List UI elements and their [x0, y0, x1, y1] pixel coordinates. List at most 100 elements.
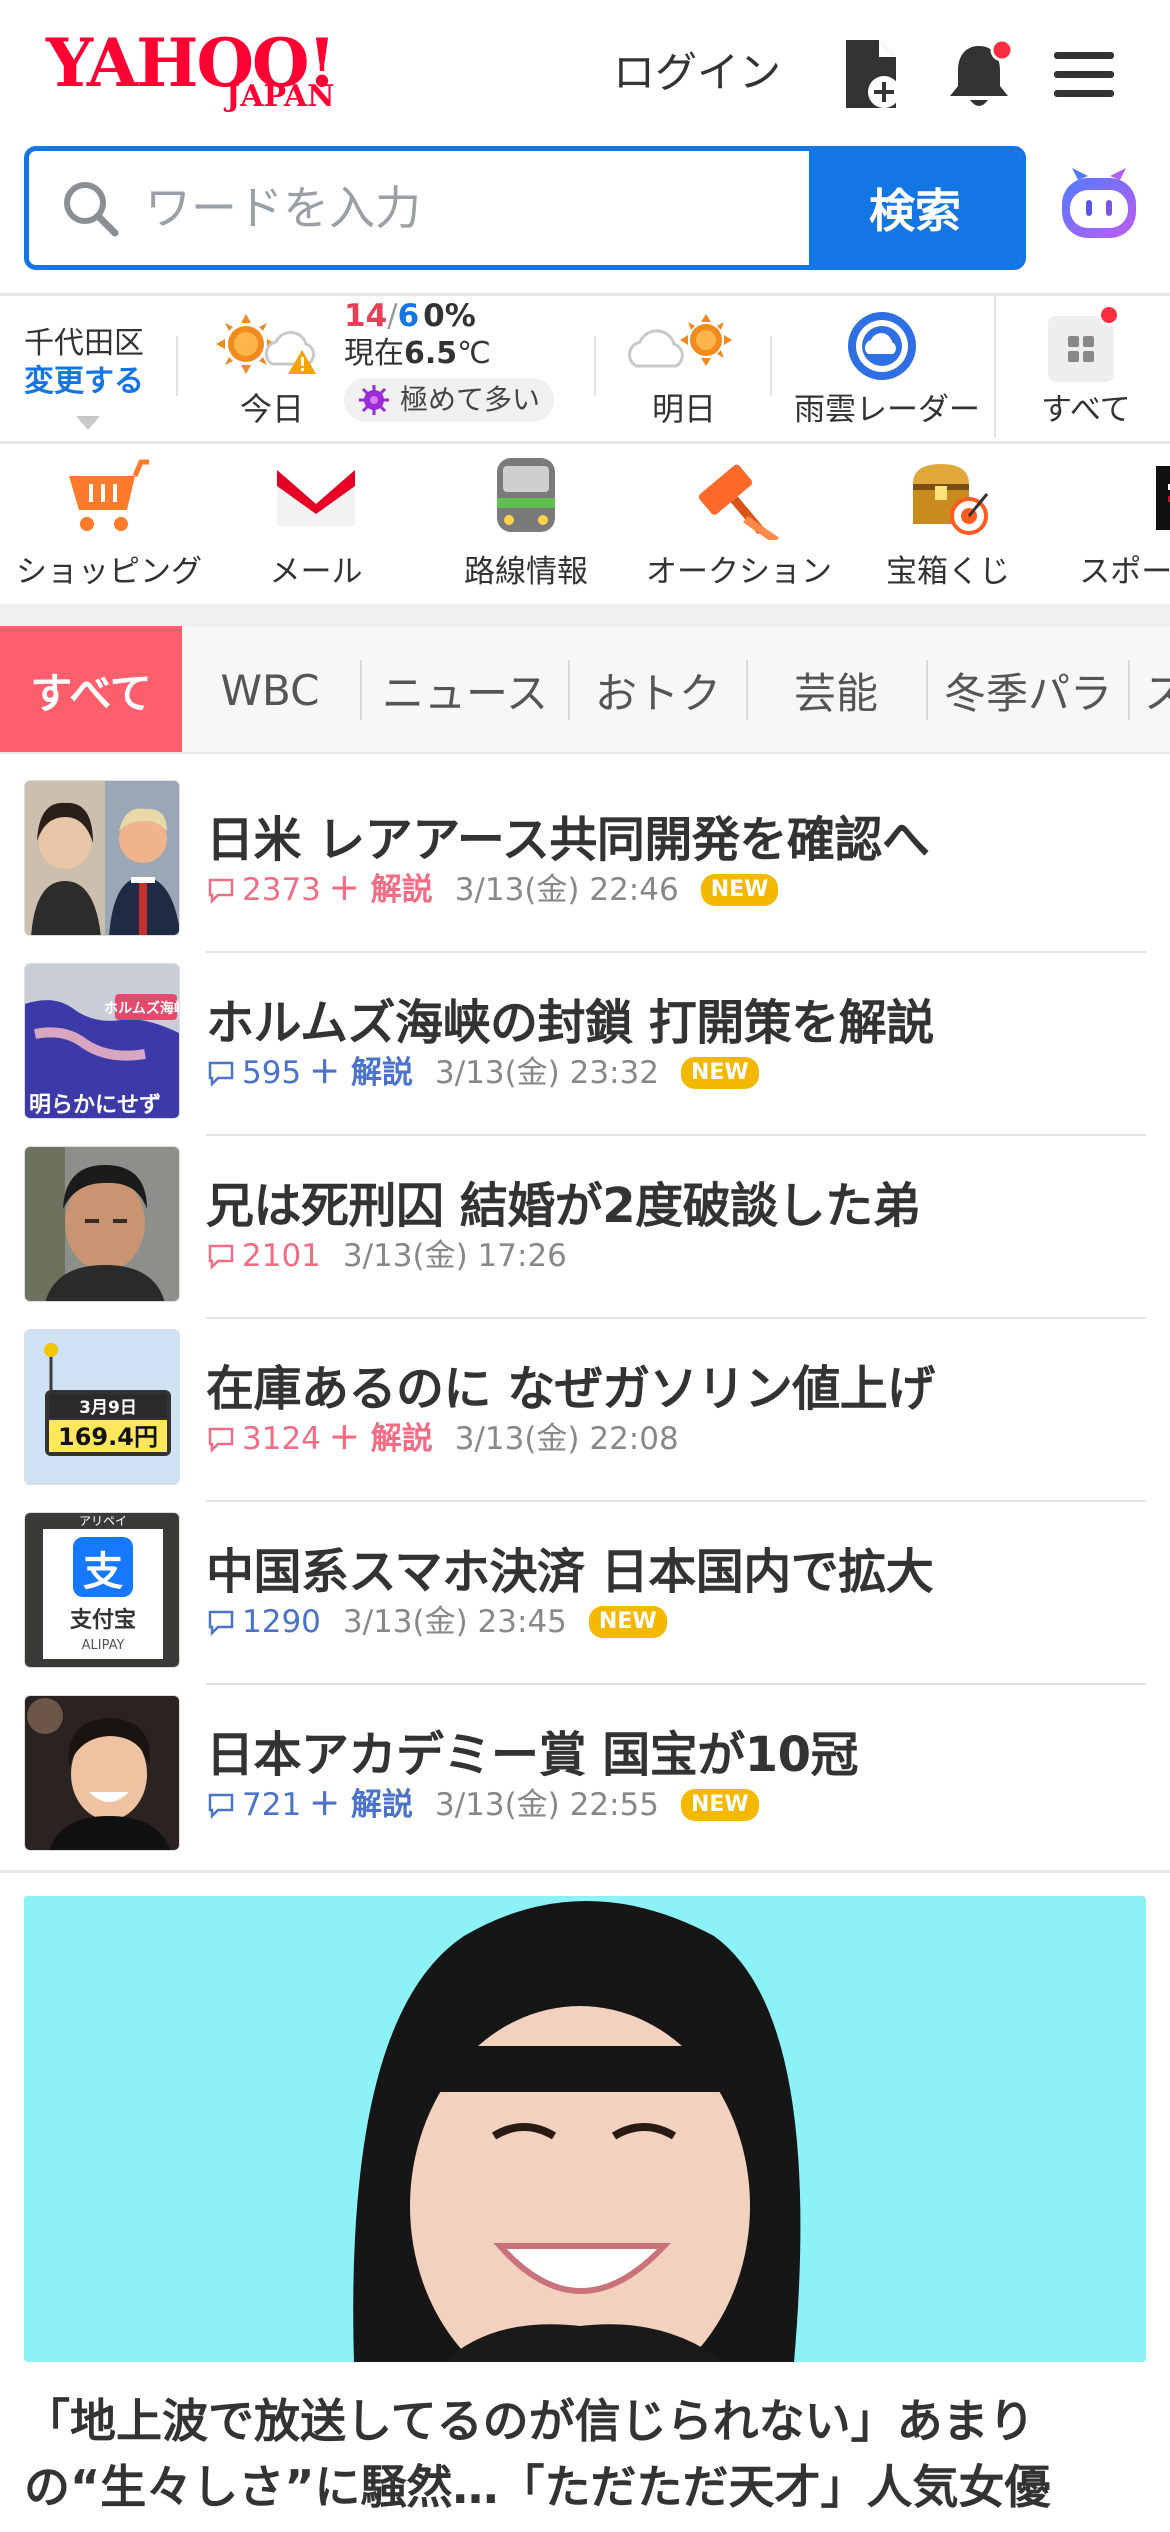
- current-temp-unit: ℃: [457, 336, 491, 371]
- tab-paralympics[interactable]: 冬季パラ: [928, 626, 1128, 752]
- price-value: 169.4円: [58, 1423, 158, 1451]
- comment-icon: [208, 1061, 234, 1088]
- commentary-link[interactable]: ＋ 解説: [309, 1785, 413, 1825]
- news-title[interactable]: 日本アカデミー賞 国宝が10冠: [206, 1715, 859, 1785]
- news-item[interactable]: 3月9日 169.4円 在庫あるのに なぜガソリン値上げ 3124 ＋ 解説 3…: [0, 1319, 1170, 1502]
- login-link[interactable]: ログイン: [613, 45, 781, 101]
- treasure-icon: [913, 464, 989, 535]
- feature-headline[interactable]: 「地上波で放送してるのが信じられない」あまりの“生々しさ”に騒然…「ただただ天才…: [24, 2388, 1146, 2520]
- divider: [176, 336, 178, 396]
- service-label: スポーツ: [1079, 554, 1170, 590]
- comment-icon: [208, 878, 234, 905]
- news-thumbnail: [24, 1695, 180, 1851]
- news-item[interactable]: アリペイ 支 支付宝 ALIPAY 中国系スマホ決済 日本国内で拡大 1290 …: [0, 1502, 1170, 1685]
- svg-text:支: 支: [83, 1549, 123, 1595]
- tab-news[interactable]: ニュース: [362, 626, 568, 752]
- news-item[interactable]: 日本アカデミー賞 国宝が10冠 721 ＋ 解説 3/13(金) 22:55 N…: [0, 1685, 1170, 1868]
- today-label: 今日: [240, 390, 305, 428]
- service-treasure[interactable]: 宝箱くじ: [868, 456, 1028, 594]
- services-row: ショッピング メール 路線情報 オークション 宝箱くじ スポー: [0, 444, 1170, 602]
- news-thumbnail: [24, 780, 180, 936]
- search-button[interactable]: 検索: [809, 151, 1021, 265]
- map-label: ホルムズ海峡: [104, 1000, 180, 1017]
- notification-dot: [1098, 304, 1120, 326]
- map-caption: 明らかにせず: [29, 1093, 161, 1118]
- current-temp-value: 6.5: [404, 336, 458, 371]
- news-item[interactable]: 日米 レアアース共同開発を確認へ 2373 ＋ 解説 3/13(金) 22:46…: [0, 770, 1170, 953]
- news-item[interactable]: 兄は死刑囚 結婚が2度破談した弟 2101 3/13(金) 17:26: [0, 1136, 1170, 1319]
- comment-icon: [208, 1244, 234, 1271]
- current-temp-prefix: 現在: [344, 336, 404, 371]
- high-temp: 14: [344, 298, 388, 334]
- pollen-level: 極めて多い: [400, 383, 541, 416]
- new-badge: NEW: [680, 1057, 759, 1089]
- feature-image[interactable]: [24, 1896, 1146, 2362]
- commentary-link[interactable]: ＋ 解説: [329, 870, 433, 910]
- location[interactable]: 千代田区 変更する: [24, 326, 144, 402]
- news-date: 3/13(金) 22:46: [454, 872, 679, 908]
- search-input[interactable]: [145, 151, 825, 265]
- service-sports[interactable]: スポーツ: [1066, 456, 1170, 594]
- add-document-icon[interactable]: [838, 36, 908, 112]
- commentary-link[interactable]: ＋ 解説: [309, 1053, 413, 1093]
- news-title[interactable]: ホルムズ海峡の封鎖 打開策を解説: [206, 983, 934, 1053]
- divider: [594, 336, 596, 396]
- news-date: 3/13(金) 22:08: [454, 1421, 679, 1457]
- news-meta: 595 ＋ 解説 3/13(金) 23:32 NEW: [206, 1053, 759, 1093]
- comment-count: 2373: [242, 872, 321, 908]
- divider: [0, 1870, 1170, 1873]
- alipay-cn: 支付宝: [70, 1607, 136, 1633]
- train-icon: [497, 458, 555, 532]
- comment-count: 595: [242, 1055, 302, 1091]
- news-title[interactable]: 中国系スマホ決済 日本国内で拡大: [206, 1532, 934, 1602]
- grid-icon[interactable]: [1048, 316, 1114, 382]
- precip-chance: 0%: [423, 298, 476, 334]
- tab-sports[interactable]: スポーツ: [1130, 626, 1170, 752]
- news-item[interactable]: ホルムズ海峡 明らかにせず ホルムズ海峡の封鎖 打開策を解説 595 ＋ 解説 …: [0, 953, 1170, 1136]
- news-meta: 1290 3/13(金) 23:45 NEW: [206, 1602, 667, 1642]
- gavel-icon: [698, 464, 779, 545]
- menu-icon[interactable]: [1050, 36, 1120, 112]
- service-auction[interactable]: オークション: [646, 456, 832, 594]
- price-date: 3月9日: [79, 1398, 137, 1418]
- change-location-link[interactable]: 変更する: [24, 362, 144, 402]
- commentary-link[interactable]: ＋ 解説: [329, 1419, 433, 1459]
- new-badge: NEW: [680, 1789, 759, 1821]
- service-label: ショッピング: [16, 554, 202, 590]
- pollen-icon: [359, 385, 389, 415]
- alipay-en: ALIPAY: [82, 1638, 125, 1653]
- weather-panel[interactable]: 千代田区 変更する 今日 14/6 0% 現在6.5℃ 極めて多い 明日 雨雲レ…: [0, 296, 1170, 438]
- tab-entertainment[interactable]: 芸能: [748, 626, 924, 752]
- comment-icon: [208, 1793, 234, 1820]
- caret-down-icon: [76, 416, 100, 430]
- all-services-label[interactable]: すべて: [1041, 384, 1131, 429]
- news-title[interactable]: 在庫あるのに なぜガソリン値上げ: [206, 1349, 935, 1419]
- sun-cloud-icon: [216, 314, 316, 374]
- pollen-badge[interactable]: 極めて多い: [344, 378, 555, 422]
- news-title[interactable]: 日米 レアアース共同開発を確認へ: [206, 800, 930, 870]
- service-mail[interactable]: メール: [226, 456, 406, 594]
- tab-deals[interactable]: おトク: [570, 626, 746, 752]
- news-meta: 2101 3/13(金) 17:26: [206, 1236, 589, 1276]
- ai-assistant-icon[interactable]: [1056, 164, 1142, 250]
- rain-radar-label[interactable]: 雨雲レーダー: [794, 384, 980, 429]
- low-temp: 6: [397, 298, 420, 334]
- service-shopping[interactable]: ショッピング: [16, 456, 202, 594]
- service-transit[interactable]: 路線情報: [436, 456, 616, 594]
- logo-sub-text: JAPAN: [226, 79, 335, 114]
- news-date: 3/13(金) 23:32: [434, 1055, 659, 1091]
- sports-icon: [1156, 466, 1170, 530]
- tab-all[interactable]: すべて: [0, 626, 182, 752]
- yahoo-logo[interactable]: YAHOO! JAPAN: [46, 30, 366, 120]
- current-temp: 現在6.5℃: [344, 334, 491, 374]
- service-label: メール: [269, 554, 363, 590]
- cloud-sun-icon: [628, 314, 732, 368]
- news-meta: 2373 ＋ 解説 3/13(金) 22:46 NEW: [206, 870, 779, 910]
- news-title[interactable]: 兄は死刑囚 結婚が2度破談した弟: [206, 1166, 921, 1236]
- tab-wbc[interactable]: WBC: [182, 626, 358, 752]
- news-thumbnail: [24, 1146, 180, 1302]
- mail-icon: [277, 470, 355, 526]
- notification-bell-icon[interactable]: [944, 36, 1014, 112]
- section-gap: [0, 604, 1170, 626]
- rain-radar-icon[interactable]: [842, 308, 922, 384]
